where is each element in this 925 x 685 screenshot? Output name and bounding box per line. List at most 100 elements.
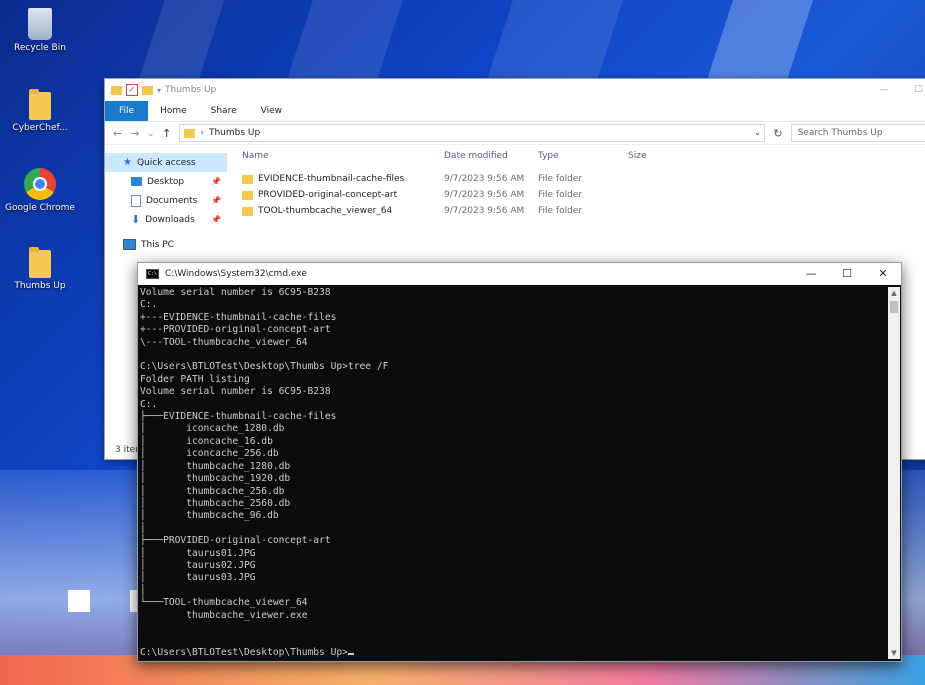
nav-item-this-pc[interactable]: This PC xyxy=(105,235,227,254)
nav-item-documents[interactable]: Documents 📌 xyxy=(105,191,227,210)
wallpaper-streak xyxy=(287,0,403,80)
nav-item-quick-access[interactable]: ★ Quick access xyxy=(105,153,227,172)
terminal-line: │ thumbcache_1920.db xyxy=(140,473,291,485)
folder-icon xyxy=(29,247,51,278)
folder-icon xyxy=(29,89,51,120)
breadcrumb[interactable]: Thumbs Up xyxy=(209,128,260,138)
address-bar-row: ← → ⌄ ↑ › Thumbs Up ⌄ ↻ Search Thumbs Up xyxy=(105,122,925,145)
folder-icon xyxy=(111,85,122,95)
close-button[interactable]: ✕ xyxy=(865,263,901,285)
scroll-down-icon[interactable]: ▼ xyxy=(888,647,900,659)
nav-item-desktop[interactable]: Desktop 📌 xyxy=(105,172,227,191)
minimize-button[interactable]: — xyxy=(867,79,901,101)
tab-share[interactable]: Share xyxy=(199,101,249,121)
chrome-icon xyxy=(24,168,56,200)
pin-icon[interactable]: 📌 xyxy=(211,215,221,224)
folder-icon xyxy=(242,206,253,216)
wallpaper-streak xyxy=(707,0,813,80)
recent-dropdown-icon[interactable]: ⌄ xyxy=(147,129,154,138)
terminal-line: +---PROVIDED-original-concept-art xyxy=(140,324,331,336)
tab-view[interactable]: View xyxy=(249,101,294,121)
desktop-icon-label: Google Chrome xyxy=(5,203,75,213)
nav-item-label: Documents xyxy=(146,195,198,206)
vertical-scrollbar[interactable]: ▲ ▼ xyxy=(888,287,900,659)
tab-file[interactable]: File xyxy=(105,101,149,121)
minimize-button[interactable]: — xyxy=(793,263,829,285)
terminal-line: ├───PROVIDED-original-concept-art xyxy=(140,535,331,547)
terminal-line: │ taurus02.JPG xyxy=(140,559,256,571)
properties-icon[interactable]: ✓ xyxy=(126,84,138,96)
terminal-line: │ thumbcache_2560.db xyxy=(140,497,291,509)
terminal-line: Folder PATH listing xyxy=(140,373,250,385)
breadcrumb-chevron-icon: › xyxy=(200,128,204,138)
cmd-titlebar[interactable]: C:\ C:\Windows\System32\cmd.exe — ☐ ✕ xyxy=(138,263,901,285)
desktop-icon-recycle-bin[interactable]: Recycle Bin xyxy=(5,8,75,53)
up-arrow-icon[interactable]: ↑ xyxy=(162,127,171,140)
scrollbar-thumb[interactable] xyxy=(890,301,898,313)
folder-icon xyxy=(184,128,196,138)
scroll-up-icon[interactable]: ▲ xyxy=(888,287,900,299)
nav-item-label: Desktop xyxy=(147,176,185,187)
terminal-line: │ thumbcache_1280.db xyxy=(140,460,291,472)
column-header-date[interactable]: Date modified xyxy=(444,151,538,161)
terminal-line: C:\Users\BTLOTest\Desktop\Thumbs Up>tree… xyxy=(140,361,389,373)
desktop-icon-label: CyberChef... xyxy=(12,123,68,133)
terminal-line: Volume serial number is 6C95-B238 xyxy=(140,287,331,298)
terminal-output[interactable]: Volume serial number is 6C95-B238 C:. +-… xyxy=(140,287,887,659)
file-date: 9/7/2023 9:56 AM xyxy=(444,174,525,184)
terminal-line: └───TOOL-thumbcache_viewer_64 xyxy=(140,597,308,609)
file-type: File folder xyxy=(538,174,583,184)
nav-item-downloads[interactable]: ⬇ Downloads 📌 xyxy=(105,210,227,229)
terminal-line: │ taurus03.JPG xyxy=(140,572,256,584)
pin-icon[interactable]: 📌 xyxy=(211,177,221,186)
terminal-line: thumbcache_viewer.exe xyxy=(140,609,308,621)
pin-icon[interactable]: 📌 xyxy=(211,196,221,205)
wallpaper-square xyxy=(68,590,90,612)
terminal-line: │ iconcache_1280.db xyxy=(140,423,285,435)
terminal-line: C:. xyxy=(140,299,158,311)
cmd-icon: C:\ xyxy=(146,269,159,279)
maximize-button[interactable]: ☐ xyxy=(829,263,865,285)
new-folder-icon[interactable] xyxy=(142,85,153,95)
desktop-icon-cyberchef[interactable]: CyberChef... xyxy=(5,89,75,133)
quick-access-dropdown-icon[interactable]: ▾ xyxy=(157,86,161,95)
explorer-titlebar[interactable]: ✓ ▾ Thumbs Up — ☐ xyxy=(105,79,925,101)
search-input[interactable]: Search Thumbs Up xyxy=(790,124,925,142)
terminal-line: │ iconcache_16.db xyxy=(140,435,273,447)
desktop-icon-label: Thumbs Up xyxy=(14,281,66,291)
terminal-line: C:\Users\BTLOTest\Desktop\Thumbs Up> xyxy=(140,646,348,658)
wallpaper-streak xyxy=(135,0,225,90)
terminal-line: Volume serial number is 6C95-B238 xyxy=(140,386,331,398)
terminal-line: │ xyxy=(140,522,146,534)
nav-item-label: This PC xyxy=(141,239,174,250)
ribbon: File Home Share View xyxy=(105,101,925,122)
desktop-icon-thumbs-up[interactable]: Thumbs Up xyxy=(5,247,75,291)
terminal-line: │ thumbcache_96.db xyxy=(140,510,279,522)
terminal-line: \---TOOL-thumbcache_viewer_64 xyxy=(140,336,308,348)
desktop-icon-chrome[interactable]: Google Chrome xyxy=(5,168,75,213)
maximize-button[interactable]: ☐ xyxy=(901,79,925,101)
tab-home[interactable]: Home xyxy=(148,101,199,121)
table-row[interactable]: EVIDENCE-thumbnail-cache-files 9/7/2023 … xyxy=(242,171,925,187)
terminal-line: │ taurus01.JPG xyxy=(140,547,256,559)
table-row[interactable]: PROVIDED-original-concept-art 9/7/2023 9… xyxy=(242,187,925,203)
window-title: Thumbs Up xyxy=(165,85,217,95)
column-header-name[interactable]: Name xyxy=(242,151,444,161)
column-header-type[interactable]: Type xyxy=(538,151,628,161)
recycle-bin-icon xyxy=(28,8,52,40)
file-name: TOOL-thumbcache_viewer_64 xyxy=(258,206,393,216)
terminal-line: │ thumbcache_256.db xyxy=(140,485,285,497)
back-arrow-icon[interactable]: ← xyxy=(113,127,122,140)
forward-arrow-icon[interactable]: → xyxy=(130,127,139,140)
folder-icon xyxy=(242,174,253,184)
refresh-icon[interactable]: ↻ xyxy=(773,127,782,140)
text-cursor xyxy=(347,652,354,655)
address-bar[interactable]: › Thumbs Up ⌄ xyxy=(179,124,766,142)
column-header-size[interactable]: Size xyxy=(628,151,688,161)
table-row[interactable]: TOOL-thumbcache_viewer_64 9/7/2023 9:56 … xyxy=(242,203,925,219)
column-headers: Name Date modified Type Size xyxy=(242,145,925,167)
downloads-icon: ⬇ xyxy=(131,213,141,226)
address-dropdown-icon[interactable]: ⌄ xyxy=(754,128,765,138)
command-prompt-window[interactable]: C:\ C:\Windows\System32\cmd.exe — ☐ ✕ Vo… xyxy=(137,262,902,662)
file-date: 9/7/2023 9:56 AM xyxy=(444,206,525,216)
